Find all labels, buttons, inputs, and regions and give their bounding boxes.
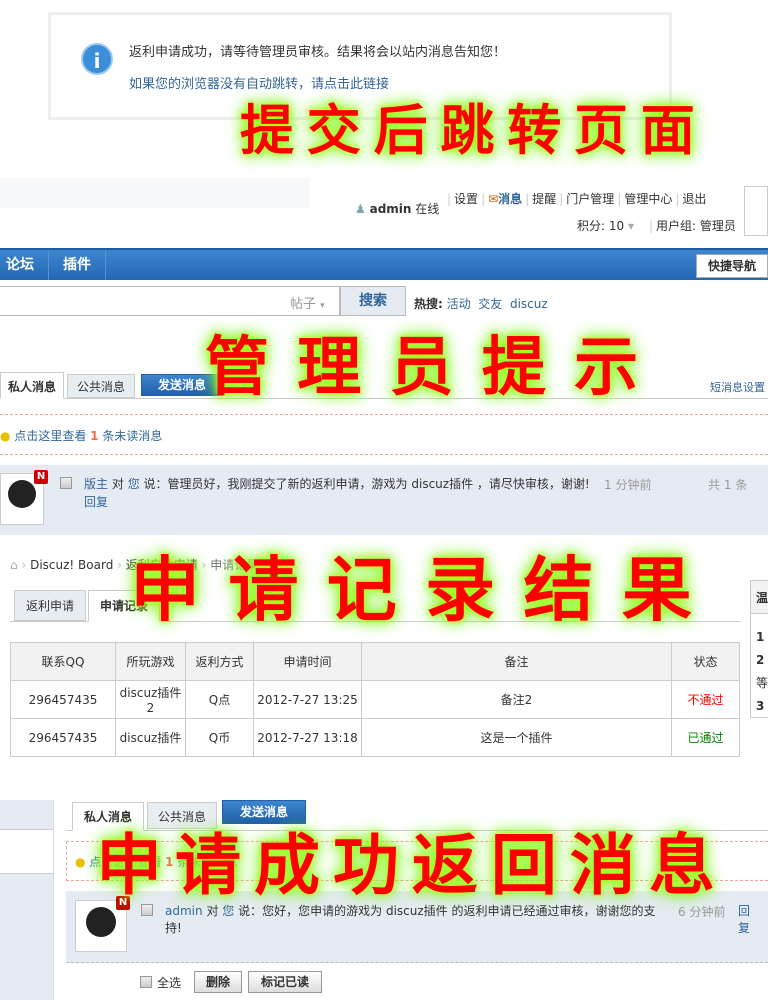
credits-value: 积分: 10 [577, 219, 625, 233]
left-sidebar [0, 800, 54, 1000]
table-row: 296457435 discuz插件2 Q点 2012-7-27 13:25 备注2 不通… [10, 680, 740, 719]
message-body: admin 对 您 说：您好，您申请的游戏为 discuz插件 的返利申请已经通… [165, 904, 656, 935]
message-row: N 版主 对 您 说：管理员好，我刚提交了新的返利申请，游戏为 discuz插件… [0, 465, 768, 535]
column-header: 联系QQ [10, 642, 116, 681]
info-icon: i [81, 43, 113, 75]
recipient-link[interactable]: 您 [128, 477, 140, 491]
user-status: ♟ admin 在线 [355, 200, 439, 217]
mail-icon: ✉ [488, 192, 499, 206]
divider [0, 454, 768, 455]
unread-link[interactable]: 点击这里查看 [14, 429, 86, 443]
lightbulb-icon: ● [0, 429, 11, 443]
side-panel-title: 温 [751, 581, 768, 614]
pm-settings-link[interactable]: 短消息设置 [710, 379, 765, 395]
breadcrumb-item[interactable]: Discuz! Board [30, 558, 113, 572]
tab-public-messages[interactable]: 公共消息 [67, 374, 135, 398]
user-icon: ♟ [355, 202, 366, 216]
mark-read-button[interactable]: 标记已读 [248, 971, 322, 993]
column-header: 申请时间 [253, 642, 362, 681]
username-link[interactable]: admin [370, 202, 412, 216]
hot-search-link[interactable]: discuz [510, 297, 548, 311]
admin-center-link[interactable]: 管理中心 [624, 192, 672, 206]
reply-link[interactable]: 回复 [84, 493, 108, 510]
quick-nav-button[interactable]: 快捷导航 [696, 254, 768, 278]
select-all-checkbox[interactable] [140, 976, 152, 988]
divider [0, 414, 768, 415]
side-panel: 温 12等3 [750, 580, 768, 718]
overlay-caption-3: 申 请 记 录 结 果 [130, 548, 692, 631]
tab-rebate-apply[interactable]: 返利申请 [14, 590, 86, 621]
status-badge: 已通过 [671, 718, 740, 757]
reminders-link[interactable]: 提醒 [532, 192, 556, 206]
lightbulb-icon: ● [75, 855, 86, 869]
status-badge: 不通过 [671, 680, 740, 719]
online-status: 在线 [415, 202, 440, 216]
chevron-down-icon: ▾ [627, 219, 634, 233]
column-header: 返利方式 [185, 642, 254, 681]
header: ♟ admin 在线 | 设置 | ✉消息 | 提醒 | 门户管理 | 管理中心 | 退出 积分: 1… [0, 178, 768, 248]
overlay-caption-2: 管 理 员 提 示 [205, 330, 639, 405]
side-panel-list: 12等3 [756, 630, 768, 713]
portal-admin-link[interactable]: 门户管理 [566, 192, 614, 206]
user-group: 用户组: 管理员 [656, 219, 736, 233]
hot-search: 热搜: 活动 交友 discuz [414, 295, 548, 312]
home-icon[interactable]: ⌂ [10, 558, 18, 572]
header-avatar[interactable] [744, 186, 768, 236]
user-links: | 设置 | ✉消息 | 提醒 | 门户管理 | 管理中心 | 退出 [447, 192, 707, 206]
nav-forum[interactable]: 论坛 [0, 250, 49, 280]
overlay-caption-4: 申 请 成 功 返 回 消 息 [96, 826, 715, 904]
message-time: 1 分钟前 [604, 478, 652, 492]
search-type-select[interactable]: 帖子 ▾ [290, 293, 325, 312]
main-nav: 论坛 插件 快捷导航 [0, 248, 768, 280]
overlay-caption-1: 提 交 后 跳 转 页 面 [240, 98, 695, 162]
tab-private-messages[interactable]: 私人消息 [0, 372, 64, 399]
table-header-row: 联系QQ 所玩游戏 返利方式 申请时间 备注 状态 [10, 642, 740, 681]
message-text: 管理员好，我刚提交了新的返利申请，游戏为 discuz插件 ，请尽快审核，谢谢! [167, 477, 590, 491]
messages-link[interactable]: 消息 [498, 192, 522, 206]
records-table: 联系QQ 所玩游戏 返利方式 申请时间 备注 状态 296457435 discu… [10, 642, 740, 757]
notice-message: 返利申请成功，请等待管理员审核。结果将会以站内消息告知您！ [129, 45, 507, 60]
unread-link-suffix[interactable]: 条未读消息 [102, 429, 162, 443]
chevron-down-icon: ▾ [320, 301, 325, 311]
credits[interactable]: 积分: 10 ▾ [577, 217, 634, 234]
logout-link[interactable]: 退出 [682, 192, 706, 206]
new-badge: N [34, 470, 48, 484]
reply-link[interactable]: 回复 [738, 903, 752, 937]
nav-plugins[interactable]: 插件 [49, 250, 106, 280]
hot-search-link[interactable]: 交友 [478, 297, 502, 311]
settings-link[interactable]: 设置 [454, 192, 478, 206]
total-count: 共 1 条 [708, 478, 748, 492]
sender-link[interactable]: 版主 [84, 477, 108, 491]
message-body: 版主 对 您 说：管理员好，我刚提交了新的返利申请，游戏为 discuz插件 ，… [84, 477, 590, 491]
search-button[interactable]: 搜索 [340, 286, 406, 316]
table-row: 296457435 discuz插件 Q币 2012-7-27 13:18 这是一个插件… [10, 718, 740, 757]
column-header: 备注 [361, 642, 672, 681]
select-all-label[interactable]: 全选 [157, 974, 181, 991]
unread-notice[interactable]: ● 点击这里查看 1 条未读消息 [0, 427, 162, 444]
delete-button[interactable]: 删除 [194, 971, 242, 993]
unread-count: 1 [90, 429, 99, 443]
hot-search-link[interactable]: 活动 [447, 297, 471, 311]
search-input[interactable]: 帖子 ▾ [0, 286, 340, 316]
column-header: 状态 [671, 642, 740, 681]
column-header: 所玩游戏 [115, 642, 186, 681]
hot-search-label: 热搜: [414, 297, 443, 311]
message-checkbox[interactable] [60, 477, 72, 489]
